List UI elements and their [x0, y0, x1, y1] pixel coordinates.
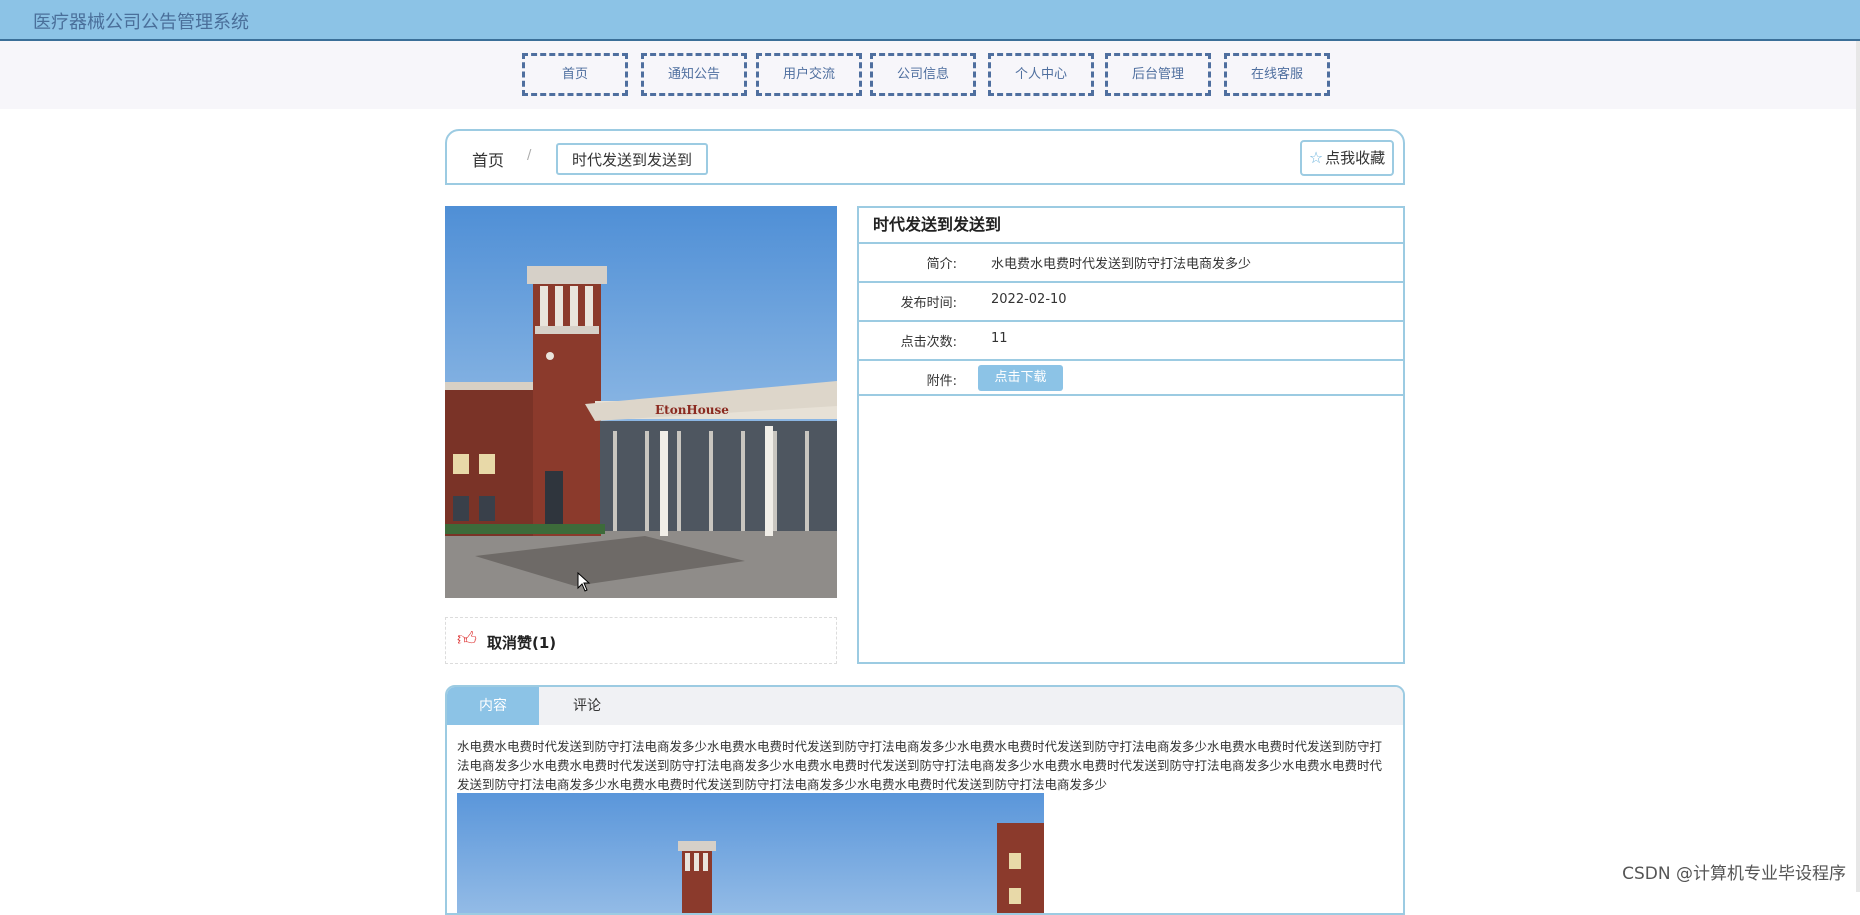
content-body-text: 水电费水电费时代发送到防守打法电商发多少水电费水电费时代发送到防守打法电商发多少…: [457, 739, 1383, 792]
breadcrumb: 首页 / 时代发送到发送到 ☆ 点我收藏: [445, 129, 1405, 185]
detail-row-publish-date: 发布时间: 2022-02-10: [859, 283, 1403, 322]
thumbs-up-icon: 👍︎: [457, 628, 477, 650]
mouse-cursor-icon: [577, 572, 591, 592]
detail-label: 附件:: [926, 374, 957, 389]
detail-title: 时代发送到发送到: [859, 208, 1403, 244]
detail-value: 11: [991, 331, 1008, 346]
detail-row-click-count: 点击次数: 11: [859, 322, 1403, 361]
detail-row-summary: 简介: 水电费水电费时代发送到防守打法电商发多少: [859, 244, 1403, 283]
content-building-photo: [457, 793, 1044, 913]
tab-content[interactable]: 内容: [447, 687, 539, 725]
nav-item-personal-center[interactable]: 个人中心: [988, 53, 1094, 96]
tab-comments[interactable]: 评论: [541, 687, 633, 725]
breadcrumb-separator: /: [527, 148, 532, 163]
app-title: 医疗器械公司公告管理系统: [33, 12, 249, 33]
building-photo: EtonHouse: [445, 206, 837, 598]
favorite-button-label: 点我收藏: [1325, 149, 1386, 167]
notice-image: EtonHouse: [445, 206, 837, 598]
photo-sign-text: EtonHouse: [655, 403, 729, 417]
breadcrumb-home-link[interactable]: 首页: [472, 147, 504, 171]
top-header-bar: 医疗器械公司公告管理系统: [0, 0, 1860, 41]
watermark-text: CSDN @计算机专业毕设程序: [1622, 864, 1846, 884]
detail-label: 点击次数:: [900, 335, 957, 350]
scrollbar[interactable]: [1856, 41, 1860, 892]
nav-item-company-info[interactable]: 公司信息: [870, 53, 976, 96]
nav-item-notices[interactable]: 通知公告: [641, 53, 747, 96]
nav-item-home[interactable]: 首页: [522, 53, 628, 96]
detail-row-attachment: 附件: 点击下载: [859, 361, 1403, 396]
detail-label: 简介:: [926, 257, 957, 272]
like-toggle[interactable]: 👍︎ 取消赞(1): [445, 617, 837, 664]
nav-item-user-exchange[interactable]: 用户交流: [756, 53, 862, 96]
breadcrumb-current: 时代发送到发送到: [556, 143, 709, 175]
detail-value: 水电费水电费时代发送到防守打法电商发多少: [991, 257, 1252, 272]
nav-item-admin[interactable]: 后台管理: [1105, 53, 1211, 96]
tab-bar: 内容 评论: [447, 687, 1403, 725]
star-icon: ☆: [1308, 148, 1324, 167]
nav-item-online-service[interactable]: 在线客服: [1224, 53, 1330, 96]
content-tabs-panel: 内容 评论 水电费水电费时代发送到防守打法电商发多少水电费水电费时代发送到防守打…: [445, 685, 1405, 915]
detail-label: 发布时间:: [900, 296, 957, 311]
content-image: [457, 793, 1044, 913]
detail-panel: 时代发送到发送到 简介: 水电费水电费时代发送到防守打法电商发多少 发布时间: …: [857, 206, 1405, 664]
download-button[interactable]: 点击下载: [978, 365, 1063, 391]
detail-value: 2022-02-10: [991, 292, 1067, 307]
favorite-button[interactable]: ☆ 点我收藏: [1300, 140, 1394, 176]
like-label: 取消赞(1): [487, 634, 557, 652]
